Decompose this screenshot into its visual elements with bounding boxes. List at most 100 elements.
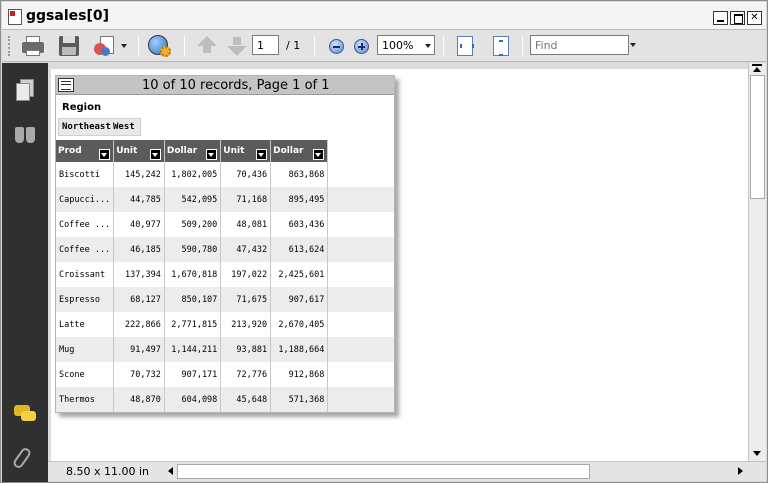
- value-cell: 47,432: [220, 237, 272, 262]
- table-row[interactable]: Capucci... 44,785 542,095 71,168 895,495: [56, 187, 394, 212]
- fit-page-icon: [493, 36, 509, 56]
- value-cell: 72,776: [220, 362, 272, 387]
- product-cell: Biscotti: [56, 162, 115, 187]
- value-cell: 48,081: [220, 212, 272, 237]
- paperclip-icon[interactable]: [11, 445, 37, 470]
- value-cell: 509,200: [164, 212, 222, 237]
- region-northeast[interactable]: Northeast: [62, 122, 111, 132]
- export-button[interactable]: [92, 33, 118, 59]
- region-west[interactable]: West: [113, 122, 135, 132]
- horizontal-scroll-thumb[interactable]: [177, 464, 590, 479]
- table-row[interactable]: Biscotti 145,242 1,802,005 70,436 863,868: [56, 162, 394, 187]
- column-header-unit-west[interactable]: Unit: [220, 140, 272, 162]
- empty-cell: [327, 337, 394, 362]
- value-cell: 70,732: [113, 362, 165, 387]
- value-cell: 222,866: [113, 312, 165, 337]
- page-number-input[interactable]: [252, 35, 279, 55]
- table-header-row: Prod Unit Dollar Unit Dollar: [56, 140, 394, 162]
- value-cell: 613,624: [270, 237, 329, 262]
- product-cell: Scone: [56, 362, 115, 387]
- toolbar-separator: [314, 36, 315, 56]
- filter-dropdown-icon[interactable]: [149, 149, 161, 160]
- zoom-select[interactable]: 100%: [377, 35, 435, 55]
- web-settings-button[interactable]: [146, 33, 172, 59]
- zoom-value: 100%: [382, 39, 414, 52]
- value-cell: 91,497: [113, 337, 165, 362]
- product-cell: Espresso: [56, 287, 115, 312]
- find-dropdown-icon[interactable]: [630, 43, 636, 47]
- filter-dropdown-icon[interactable]: [99, 149, 111, 160]
- next-page-button[interactable]: [224, 33, 250, 59]
- scroll-up-icon[interactable]: [752, 64, 762, 72]
- vertical-scrollbar[interactable]: [748, 63, 766, 461]
- value-cell: 603,436: [270, 212, 329, 237]
- table-row[interactable]: Croissant 137,394 1,670,818 197,022 2,425,60…: [56, 262, 394, 287]
- close-button[interactable]: ✕: [747, 11, 762, 25]
- document-area: 10 of 10 records, Page 1 of 1 Region Nor…: [48, 63, 748, 461]
- comments-icon[interactable]: [13, 403, 37, 427]
- zoom-out-icon: [329, 39, 344, 54]
- table-row[interactable]: Mug 91,497 1,144,211 93,881 1,188,664: [56, 337, 394, 362]
- save-button[interactable]: [56, 33, 82, 59]
- filter-dropdown-icon[interactable]: [206, 149, 218, 160]
- fit-width-button[interactable]: [452, 33, 478, 59]
- zoom-out-button[interactable]: [324, 33, 350, 59]
- empty-cell: [327, 187, 394, 212]
- pdf-document-icon: [8, 9, 22, 25]
- region-label: Region: [62, 102, 102, 113]
- maximize-button[interactable]: [730, 11, 745, 25]
- zoom-in-button[interactable]: [349, 33, 375, 59]
- value-cell: 145,242: [113, 162, 165, 187]
- records-summary: 10 of 10 records, Page 1 of 1: [142, 78, 330, 93]
- arrow-down-icon: [227, 37, 247, 56]
- report-panel: 10 of 10 records, Page 1 of 1 Region Nor…: [55, 75, 395, 413]
- column-header-prod[interactable]: Prod: [56, 140, 115, 162]
- product-cell: Thermos: [56, 387, 115, 412]
- value-cell: 45,648: [220, 387, 272, 412]
- previous-page-button[interactable]: [194, 33, 220, 59]
- export-dropdown-icon[interactable]: [121, 44, 127, 48]
- table-row[interactable]: Coffee ... 40,977 509,200 48,081 603,436: [56, 212, 394, 237]
- product-cell: Coffee ...: [56, 237, 115, 262]
- table-row[interactable]: Latte 222,866 2,771,815 213,920 2,670,405: [56, 312, 394, 337]
- region-values: Northeast West: [58, 118, 141, 136]
- table-row[interactable]: Thermos 48,870 604,098 45,648 571,368: [56, 387, 394, 412]
- print-button[interactable]: [20, 33, 46, 59]
- binoculars-icon[interactable]: [13, 123, 37, 147]
- product-cell: Mug: [56, 337, 115, 362]
- column-header-dollar-northeast[interactable]: Dollar: [164, 140, 222, 162]
- window-title: ggsales[0]: [26, 8, 109, 24]
- product-cell: Latte: [56, 312, 115, 337]
- value-cell: 590,780: [164, 237, 222, 262]
- column-header-empty: [327, 140, 394, 162]
- pages-icon[interactable]: [13, 79, 37, 103]
- vertical-scroll-thumb[interactable]: [750, 75, 765, 199]
- column-header-dollar-west[interactable]: Dollar: [270, 140, 329, 162]
- empty-cell: [328, 312, 394, 337]
- value-cell: 68,127: [113, 287, 165, 312]
- scroll-left-icon[interactable]: [168, 467, 173, 475]
- value-cell: 70,436: [220, 162, 272, 187]
- empty-cell: [327, 237, 394, 262]
- value-cell: 1,802,005: [164, 162, 222, 187]
- fit-page-button[interactable]: [488, 33, 514, 59]
- table-row[interactable]: Espresso 68,127 850,107 71,675 907,617: [56, 287, 394, 312]
- value-cell: 213,920: [220, 312, 272, 337]
- product-cell: Coffee ...: [56, 212, 115, 237]
- filter-dropdown-icon[interactable]: [256, 149, 268, 160]
- empty-cell: [327, 387, 394, 412]
- table-row[interactable]: Coffee ... 46,185 590,780 47,432 613,624: [56, 237, 394, 262]
- find-input[interactable]: [530, 35, 629, 55]
- empty-cell: [328, 262, 394, 287]
- value-cell: 93,881: [220, 337, 272, 362]
- table-row[interactable]: Scone 70,732 907,171 72,776 912,868: [56, 362, 394, 387]
- report-header: 10 of 10 records, Page 1 of 1: [56, 76, 394, 95]
- report-menu-icon[interactable]: [58, 78, 74, 92]
- minimize-button[interactable]: [713, 11, 728, 25]
- value-cell: 40,977: [113, 212, 165, 237]
- filter-dropdown-icon[interactable]: [313, 149, 325, 160]
- toolbar-grip[interactable]: [8, 36, 12, 56]
- scroll-down-icon[interactable]: [753, 451, 761, 456]
- column-header-unit-northeast[interactable]: Unit: [113, 140, 165, 162]
- scroll-right-icon[interactable]: [738, 467, 743, 475]
